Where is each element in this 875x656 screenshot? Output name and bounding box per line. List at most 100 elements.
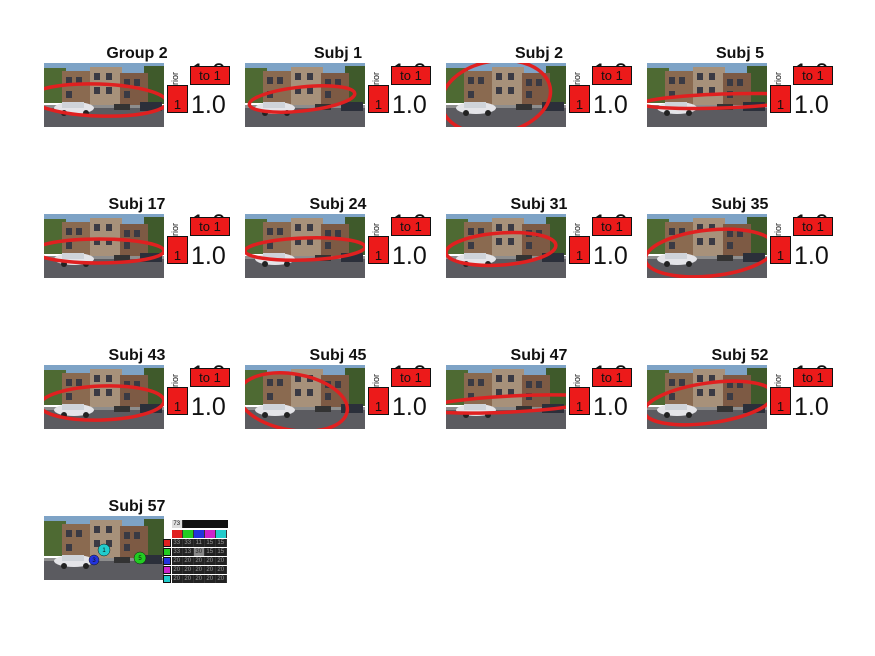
matrix-cell: 15 (216, 548, 227, 556)
to-label-box: to 1 (793, 217, 833, 236)
matrix-cell: 20 (183, 566, 194, 574)
prior-inset: prior1.01.0to 11 (368, 212, 431, 279)
street-photo (647, 214, 767, 278)
street-photo: 13 5 (44, 516, 164, 580)
matrix-row: 20 20 20 20 20 (172, 566, 228, 574)
cluster-marker: 5 (133, 551, 147, 565)
subject-panel: Subj 45prior1.01.0to 11 (245, 348, 435, 438)
prior-bottom-value: 1.0 (392, 393, 427, 421)
matrix-header-value: 73 (172, 520, 183, 528)
one-label-box: 1 (167, 85, 188, 113)
photo-frame (647, 214, 767, 278)
matrix-color-cell (216, 530, 227, 538)
prior-inset: prior1.01.0to 11 (368, 363, 431, 430)
prior-inset: prior1.01.0to 11 (167, 212, 230, 279)
matrix-row: 33 33 11 15 15 (172, 539, 228, 547)
matrix-cell: 20 (194, 566, 205, 574)
matrix-cell: 20 (216, 566, 227, 574)
matrix-cell: 20 (172, 557, 183, 565)
prior-bottom-value: 1.0 (191, 393, 226, 421)
photo-frame (446, 63, 566, 127)
subject-panel: Subj 31prior1.01.0to 11 (446, 197, 636, 287)
matrix-cell: 15 (205, 539, 216, 547)
prior-inset: prior1.01.0to 11 (569, 212, 632, 279)
matrix-row-swatch (163, 566, 171, 574)
street-photo (245, 214, 365, 278)
to-label-box: to 1 (793, 368, 833, 387)
street-photo (245, 365, 365, 429)
prior-inset: prior1.01.0to 11 (770, 212, 833, 279)
matrix-cell: 33 (172, 548, 183, 556)
prior-bottom-value: 1.0 (794, 91, 829, 119)
prior-bottom-value: 1.0 (392, 91, 427, 119)
photo-frame (245, 214, 365, 278)
matrix-cell: 33 (172, 539, 183, 547)
one-label-box: 1 (368, 387, 389, 415)
prior-bottom-value: 1.0 (593, 393, 628, 421)
prior-inset: prior1.01.0to 11 (569, 61, 632, 128)
transition-matrix: 73 33 33 11 15 15 33 13 30 15 15 20 20 20 20 20 20 20 20 20… (163, 520, 229, 588)
to-label-box: to 1 (592, 217, 632, 236)
prior-inset: prior1.01.0to 11 (770, 363, 833, 430)
subject-panel: Subj 47prior1.01.0to 11 (446, 348, 636, 438)
to-label-box: to 1 (190, 217, 230, 236)
matrix-cell: 20 (194, 557, 205, 565)
matrix-cell: 20 (183, 557, 194, 565)
matrix-color-cell (194, 530, 205, 538)
matrix-cell: 20 (183, 575, 194, 583)
photo-frame (647, 63, 767, 127)
to-label-box: to 1 (391, 66, 431, 85)
cluster-marker: 1 (97, 543, 111, 557)
street-photo (245, 63, 365, 127)
subject-panel: Subj 43prior1.01.0to 11 (44, 348, 234, 438)
photo-frame (44, 365, 164, 429)
one-label-box: 1 (167, 387, 188, 415)
prior-bottom-value: 1.0 (593, 91, 628, 119)
street-photo (446, 214, 566, 278)
matrix-cell: 33 (183, 539, 194, 547)
prior-inset: prior1.01.0to 11 (368, 61, 431, 128)
matrix-cell: 20 (216, 557, 227, 565)
matrix-cell: 20 (205, 575, 216, 583)
to-label-box: to 1 (592, 66, 632, 85)
one-label-box: 1 (770, 236, 791, 264)
matrix-cell: 20 (172, 566, 183, 574)
matrix-row-swatch (163, 557, 171, 565)
photo-frame (647, 365, 767, 429)
to-label-box: to 1 (190, 66, 230, 85)
photo-frame (44, 63, 164, 127)
subject-panel: Subj 17prior1.01.0to 11 (44, 197, 234, 287)
subject-panel: Subj 5prior1.01.0to 11 (647, 46, 837, 136)
matrix-cell: 30 (194, 548, 205, 556)
street-photo (446, 63, 566, 127)
one-label-box: 1 (770, 387, 791, 415)
street-photo (446, 365, 566, 429)
one-label-box: 1 (770, 85, 791, 113)
one-label-box: 1 (368, 236, 389, 264)
one-label-box: 1 (569, 85, 590, 113)
subject-panel: Subj 2prior1.01.0to 11 (446, 46, 636, 136)
matrix-cell: 15 (205, 548, 216, 556)
street-photo (44, 63, 164, 127)
prior-inset: prior1.01.0to 11 (770, 61, 833, 128)
subject-panel: Subj 35prior1.01.0to 11 (647, 197, 837, 287)
prior-bottom-value: 1.0 (191, 91, 226, 119)
prior-bottom-value: 1.0 (392, 242, 427, 270)
subject-panel: Subj 1prior1.01.0to 11 (245, 46, 435, 136)
matrix-row-swatch (163, 539, 171, 547)
panel-title: Subj 57 (108, 498, 166, 515)
prior-inset: prior1.01.0to 11 (569, 363, 632, 430)
one-label-box: 1 (569, 387, 590, 415)
prior-inset: prior1.01.0to 11 (167, 363, 230, 430)
one-label-box: 1 (167, 236, 188, 264)
photo-frame (446, 214, 566, 278)
matrix-cell: 20 (205, 566, 216, 574)
one-label-box: 1 (569, 236, 590, 264)
matrix-color-cell (172, 530, 183, 538)
subject-panel: Group 2prior1.01.0to 11 (44, 46, 234, 136)
prior-bottom-value: 1.0 (593, 242, 628, 270)
photo-frame (245, 63, 365, 127)
to-label-box: to 1 (793, 66, 833, 85)
to-label-box: to 1 (592, 368, 632, 387)
matrix-row-swatch (163, 548, 171, 556)
